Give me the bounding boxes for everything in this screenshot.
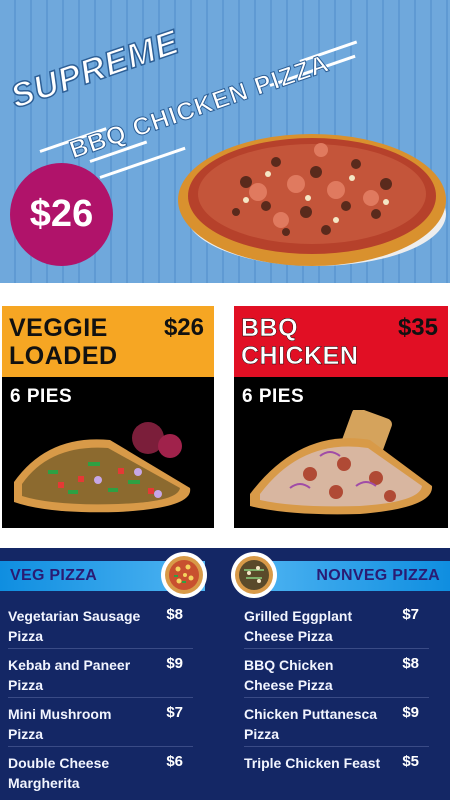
promo-price: $35 <box>397 314 438 341</box>
promo-price: $26 <box>163 314 204 341</box>
promo-pies-label: 6 PIES <box>10 386 73 407</box>
bbq-chicken-pizza-slice-image <box>250 410 433 515</box>
menu-item-name: Double Cheese Margherita <box>8 755 110 791</box>
menu-item-price: $8 <box>166 606 183 623</box>
promo-name-line2: LOADED <box>9 342 118 370</box>
promo-name-line1: BBQ <box>241 314 299 342</box>
promo-name: BBQ CHICKEN <box>241 314 358 370</box>
menu-item-name: Vegetarian Sausage Pizza <box>8 608 141 644</box>
menu-section: VEG PIZZA NONVEG PIZZA Vegetarian Sausag… <box>0 548 450 800</box>
menu-item-price: $5 <box>402 753 419 770</box>
menu-item[interactable]: Triple Chicken Feast $5 <box>244 747 429 796</box>
menu-item[interactable]: Mini Mushroom Pizza $7 <box>8 698 193 747</box>
veg-pizza-title: VEG PIZZA <box>10 567 98 584</box>
veg-pizza-thumb-icon <box>161 552 207 598</box>
menu-item-name: Kebab and Paneer Pizza <box>8 657 131 693</box>
promo-name: VEGGIE LOADED <box>9 314 118 370</box>
menu-item[interactable]: Vegetarian Sausage Pizza $8 <box>8 600 193 649</box>
menu-item-price: $7 <box>402 606 419 623</box>
menu-item-name: Triple Chicken Feast <box>244 755 381 771</box>
promo-header: VEGGIE LOADED $26 <box>2 306 214 377</box>
menu-item[interactable]: BBQ Chicken Cheese Pizza $8 <box>244 649 429 698</box>
menu-item-name: Grilled Eggplant Cheese Pizza <box>244 608 353 644</box>
menu-item-name: Mini Mushroom Pizza <box>8 706 112 742</box>
nonveg-pizza-thumb-icon <box>231 552 277 598</box>
menu-item-name: BBQ Chicken Cheese Pizza <box>244 657 334 693</box>
veg-pizza-list: Vegetarian Sausage Pizza $8 Kebab and Pa… <box>8 600 193 796</box>
promo-name-line1: VEGGIE <box>9 314 108 342</box>
menu-item[interactable]: Grilled Eggplant Cheese Pizza $7 <box>244 600 429 649</box>
menu-item-name: Chicken Puttanesca Pizza <box>244 706 378 742</box>
nonveg-pizza-list: Grilled Eggplant Cheese Pizza $7 BBQ Chi… <box>244 600 429 796</box>
veggie-pizza-slice-image <box>14 422 191 513</box>
promo-name-line2: CHICKEN <box>241 342 359 370</box>
promo-card-bbq-chicken[interactable]: BBQ CHICKEN $35 6 PIES <box>234 306 448 528</box>
nonveg-pizza-title: NONVEG PIZZA <box>316 567 440 584</box>
promo-pies-label: 6 PIES <box>242 386 305 407</box>
hero-title-line1: SUPREME <box>5 22 184 116</box>
promo-card-veggie-loaded[interactable]: VEGGIE LOADED $26 6 PIES <box>2 306 214 528</box>
promo-header: BBQ CHICKEN $35 <box>234 306 448 377</box>
menu-item[interactable]: Double Cheese Margherita $6 <box>8 747 193 796</box>
menu-item-price: $9 <box>402 704 419 721</box>
menu-item-price: $7 <box>166 704 183 721</box>
menu-item-price: $6 <box>166 753 183 770</box>
hero-price-badge: $26 <box>10 163 113 266</box>
menu-item[interactable]: Chicken Puttanesca Pizza $9 <box>244 698 429 747</box>
menu-item-price: $9 <box>166 655 183 672</box>
menu-item-price: $8 <box>402 655 419 672</box>
hero-banner: SUPREME BBQ CHICKEN PIZZA $26 <box>0 0 450 283</box>
supreme-pizza-image <box>178 134 446 266</box>
menu-item[interactable]: Kebab and Paneer Pizza $9 <box>8 649 193 698</box>
